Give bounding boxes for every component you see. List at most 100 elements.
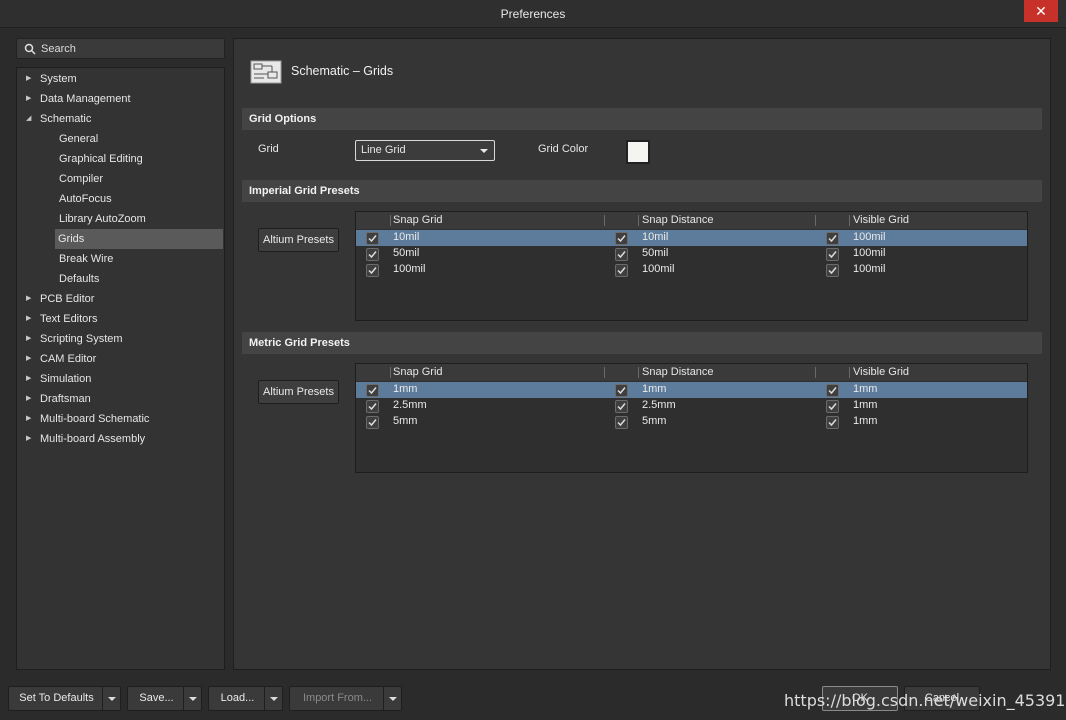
checkbox[interactable] (615, 232, 628, 245)
checkmark-icon (617, 267, 626, 275)
search-input[interactable] (41, 41, 221, 56)
checkbox[interactable] (826, 248, 839, 261)
load-label: Load... (220, 692, 255, 704)
tree-item-label: Grids (58, 233, 85, 245)
tree-item-label: Multi-board Schematic (40, 413, 150, 425)
table-row[interactable]: 10mil 10mil 100mil (356, 230, 1027, 246)
tree-item-multi-board-schematic[interactable]: ▶ Multi-board Schematic (18, 409, 223, 429)
visible-grid-cell: 1mm (853, 383, 878, 395)
tree-item-autofocus[interactable]: AutoFocus (18, 189, 223, 209)
checkbox[interactable] (826, 232, 839, 245)
grid-color-swatch[interactable] (626, 140, 650, 164)
checkmark-icon (828, 403, 837, 411)
checkmark-icon (828, 267, 837, 275)
checkbox[interactable] (826, 416, 839, 429)
table-row[interactable]: 1mm 1mm 1mm (356, 382, 1027, 398)
checkbox[interactable] (366, 384, 379, 397)
save-label: Save... (139, 692, 174, 704)
column-header-snap-grid[interactable]: Snap Grid (393, 214, 443, 226)
checkbox[interactable] (826, 264, 839, 277)
expand-arrow-icon[interactable]: ▶ (26, 69, 34, 89)
checkbox[interactable] (366, 248, 379, 261)
column-header-snap-distance[interactable]: Snap Distance (642, 366, 714, 378)
search-box[interactable] (16, 38, 225, 59)
checkbox[interactable] (366, 264, 379, 277)
tree-item-grids[interactable]: Grids (55, 229, 223, 249)
expand-arrow-icon[interactable]: ▶ (26, 409, 34, 429)
column-header-visible-grid[interactable]: Visible Grid (853, 366, 909, 378)
tree-item-data-management[interactable]: ▶ Data Management (18, 89, 223, 109)
expand-arrow-icon[interactable]: ▶ (26, 309, 34, 329)
snap-distance-cell: 50mil (642, 247, 669, 259)
collapse-arrow-icon[interactable]: ◢ (26, 109, 34, 129)
column-header-snap-distance[interactable]: Snap Distance (642, 214, 714, 226)
expand-arrow-icon[interactable]: ▶ (26, 349, 34, 369)
chevron-down-icon (389, 697, 397, 701)
watermark-url: https://blog.csdn.net/weixin_45391118 (784, 691, 1066, 710)
checkbox[interactable] (366, 232, 379, 245)
checkbox[interactable] (615, 248, 628, 261)
tree-item-label: Graphical Editing (59, 153, 143, 165)
tree-item-compiler[interactable]: Compiler (18, 169, 223, 189)
expand-arrow-icon[interactable]: ▶ (26, 329, 34, 349)
close-button[interactable]: ✕ (1024, 0, 1058, 22)
snap-grid-cell: 50mil (393, 247, 420, 259)
tree-item-simulation[interactable]: ▶ Simulation (18, 369, 223, 389)
set-to-defaults-dropdown[interactable] (102, 687, 120, 710)
set-to-defaults-button[interactable]: Set To Defaults (8, 686, 121, 711)
tree-item-text-editors[interactable]: ▶ Text Editors (18, 309, 223, 329)
checkbox[interactable] (615, 400, 628, 413)
column-header-snap-grid[interactable]: Snap Grid (393, 366, 443, 378)
load-button[interactable]: Load... (208, 686, 283, 711)
expand-arrow-icon[interactable]: ▶ (26, 89, 34, 109)
table-row[interactable]: 100mil 100mil 100mil (356, 262, 1027, 278)
checkmark-icon (617, 387, 626, 395)
checkbox[interactable] (826, 384, 839, 397)
tree-item-label: Schematic (40, 113, 92, 125)
checkbox[interactable] (615, 264, 628, 277)
table-row[interactable]: 50mil 50mil 100mil (356, 246, 1027, 262)
tree-item-break-wire[interactable]: Break Wire (18, 249, 223, 269)
tree-item-draftsman[interactable]: ▶ Draftsman (18, 389, 223, 409)
tree-item-pcb-editor[interactable]: ▶ PCB Editor (18, 289, 223, 309)
checkbox[interactable] (366, 400, 379, 413)
tree-item-library-autozoom[interactable]: Library AutoZoom (18, 209, 223, 229)
snap-distance-cell: 5mm (642, 415, 667, 427)
checkmark-icon (828, 251, 837, 259)
expand-arrow-icon[interactable]: ▶ (26, 289, 34, 309)
tree-item-label: CAM Editor (40, 353, 97, 365)
import-from-button[interactable]: Import From... (289, 686, 402, 711)
save-dropdown[interactable] (183, 687, 201, 710)
column-separator (815, 215, 816, 226)
metric-altium-presets-button[interactable]: Altium Presets (258, 380, 339, 404)
tree-item-graphical-editing[interactable]: Graphical Editing (18, 149, 223, 169)
tree-item-label: Text Editors (40, 313, 98, 325)
snap-grid-cell: 1mm (393, 383, 418, 395)
column-header-visible-grid[interactable]: Visible Grid (853, 214, 909, 226)
checkbox[interactable] (366, 416, 379, 429)
checkmark-icon (368, 235, 377, 243)
load-dropdown[interactable] (264, 687, 282, 710)
expand-arrow-icon[interactable]: ▶ (26, 389, 34, 409)
grid-type-dropdown[interactable]: Line Grid (355, 140, 495, 161)
tree-item-scripting-system[interactable]: ▶ Scripting System (18, 329, 223, 349)
snap-distance-cell: 10mil (642, 231, 669, 243)
tree-item-multi-board-assembly[interactable]: ▶ Multi-board Assembly (18, 429, 223, 449)
tree-item-system[interactable]: ▶ System (18, 69, 223, 89)
tree-item-general[interactable]: General (18, 129, 223, 149)
imperial-altium-presets-button[interactable]: Altium Presets (258, 228, 339, 252)
tree-item-cam-editor[interactable]: ▶ CAM Editor (18, 349, 223, 369)
tree-item-defaults[interactable]: Defaults (18, 269, 223, 289)
import-from-dropdown[interactable] (383, 687, 401, 710)
save-button[interactable]: Save... (127, 686, 202, 711)
table-row[interactable]: 2.5mm 2.5mm 1mm (356, 398, 1027, 414)
checkbox[interactable] (615, 416, 628, 429)
table-row[interactable]: 5mm 5mm 1mm (356, 414, 1027, 430)
checkbox[interactable] (615, 384, 628, 397)
tree-item-schematic[interactable]: ◢ Schematic (18, 109, 223, 129)
checkbox[interactable] (826, 400, 839, 413)
tree-item-label: Data Management (40, 93, 131, 105)
expand-arrow-icon[interactable]: ▶ (26, 369, 34, 389)
expand-arrow-icon[interactable]: ▶ (26, 429, 34, 449)
checkmark-icon (368, 251, 377, 259)
